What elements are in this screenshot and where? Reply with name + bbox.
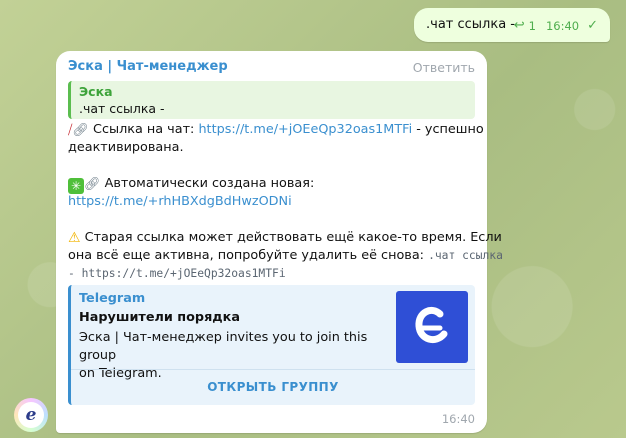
message-line-4: https://t.me/+rhHBXdgBdHwzODNi <box>68 193 292 211</box>
incoming-time: 16:40 <box>441 412 475 426</box>
preview-site-name: Telegram <box>79 291 146 306</box>
command-code[interactable]: .чат ссылка <box>428 249 503 262</box>
command-code-continued[interactable]: - https://t.me/+jOEeQp32oas1MTFi <box>68 267 286 280</box>
quote-author: Эска <box>79 84 113 99</box>
outgoing-message-meta: ↩ 1 16:40 ✓ <box>514 18 598 33</box>
warning-icon: ⚠ <box>68 230 81 246</box>
message-line-7: - https://t.me/+jOEeQp32oas1MTFi <box>68 265 286 283</box>
preview-description: Эска | Чат-менеджер invites you to join … <box>79 329 379 383</box>
message-line-5: ⚠ Старая ссылка может действовать ещё ка… <box>68 229 502 247</box>
reply-count[interactable]: 1 <box>529 19 536 33</box>
outgoing-message[interactable]: .чат ссылка - ↩ 1 16:40 ✓ <box>414 8 610 42</box>
link-icon: 🔗︎ <box>72 123 89 138</box>
reply-button[interactable]: Ответить <box>413 60 475 75</box>
quoted-message[interactable]: Эска .чат ссылка - <box>68 81 475 119</box>
link-icon: 🔗︎ <box>84 177 101 192</box>
message-line-1: ⧸🔗︎ Ссылка на чат: https://t.me/+jOEeQp3… <box>68 121 484 139</box>
bot-logo-icon: e <box>18 402 44 428</box>
line4-text: Старая ссылка может действовать ещё како… <box>84 230 502 245</box>
preview-description-line-1: Эска | Чат-менеджер invites you to join … <box>79 330 368 363</box>
old-invite-link[interactable]: https://t.me/+jOEeQp32oas1MTFi <box>198 122 412 137</box>
open-group-button[interactable]: ОТКРЫТЬ ГРУППУ <box>71 380 475 394</box>
outgoing-time: 16:40 <box>545 18 580 33</box>
incoming-message[interactable]: Эска | Чат-менеджер Ответить Эска .чат с… <box>56 51 503 433</box>
group-logo-icon <box>396 291 468 363</box>
sender-name[interactable]: Эска | Чат-менеджер <box>68 59 228 74</box>
message-line-6: она всё еще активна, попробуйте удалить … <box>68 247 503 265</box>
line1-suffix: - успешно <box>416 122 484 137</box>
message-line-2: деактивирована. <box>68 140 184 155</box>
line3-text: Автоматически создана новая: <box>104 176 315 191</box>
quote-text: .чат ссылка - <box>79 101 165 116</box>
line5-text: она всё еще активна, попробуйте удалить … <box>68 248 424 263</box>
preview-divider <box>71 369 475 370</box>
read-check-icon: ✓ <box>587 18 598 33</box>
line1-prefix: Ссылка на чат: <box>93 122 195 137</box>
sender-avatar[interactable]: e <box>14 398 48 432</box>
outgoing-message-text: .чат ссылка - <box>426 17 515 32</box>
new-icon: ✳ <box>68 178 84 194</box>
reply-arrow-icon[interactable]: ↩ <box>514 18 525 33</box>
message-line-3: ✳ 🔗︎ Автоматически создана новая: <box>68 175 314 194</box>
link-preview-card[interactable]: Telegram Нарушители порядка Эска | Чат-м… <box>68 285 475 405</box>
preview-title: Нарушители порядка <box>79 310 240 325</box>
new-invite-link[interactable]: https://t.me/+rhHBXdgBdHwzODNi <box>68 194 292 209</box>
